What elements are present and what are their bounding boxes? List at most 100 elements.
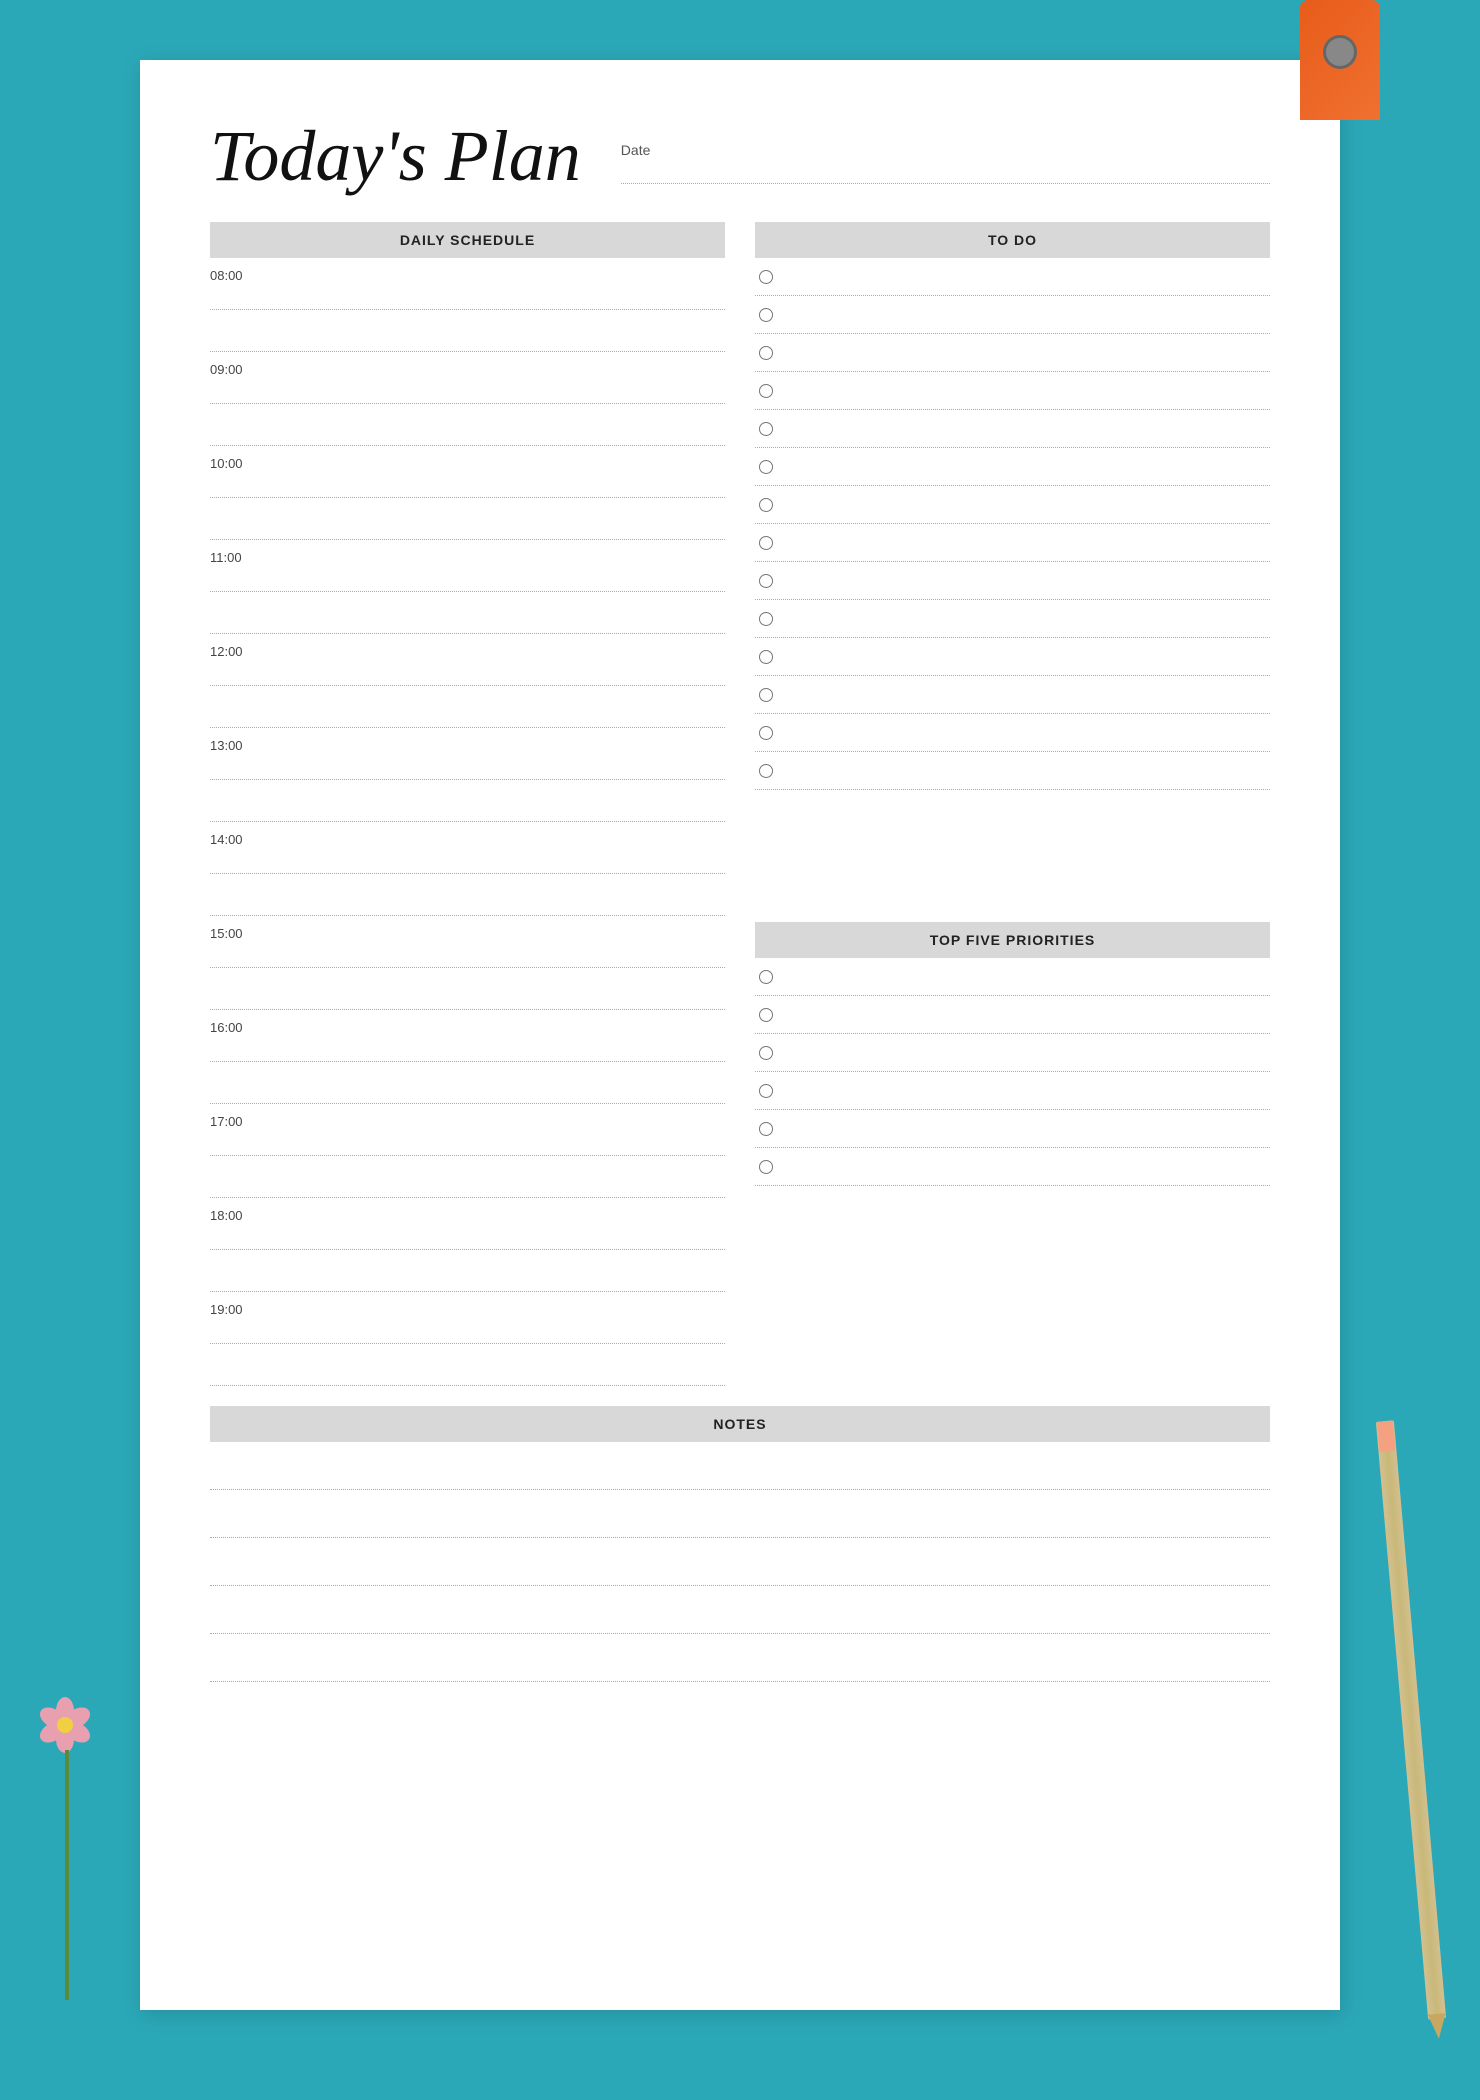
notes-line-2[interactable] — [210, 1490, 1270, 1538]
todo-checkbox-4[interactable] — [759, 384, 773, 398]
todo-checkbox-5[interactable] — [759, 422, 773, 436]
schedule-row-1200: 12:00 — [210, 634, 725, 686]
schedule-subrow-1400 — [210, 874, 725, 916]
schedule-subrow-1100 — [210, 592, 725, 634]
priorities-header: TOP FIVE PRIORITIES — [755, 922, 1270, 958]
schedule-subrow-1700 — [210, 1156, 725, 1198]
schedule-row-1100: 11:00 — [210, 540, 725, 592]
schedule-row-0800: 08:00 — [210, 258, 725, 310]
time-0900: 09:00 — [210, 360, 265, 377]
priority-item-6 — [755, 1148, 1270, 1186]
paper: Today's Plan Date DAILY SCHEDULE 08:00 0… — [140, 60, 1340, 2010]
date-label: Date — [621, 142, 1270, 158]
todo-item-4 — [755, 372, 1270, 410]
notes-line-3[interactable] — [210, 1538, 1270, 1586]
time-1500: 15:00 — [210, 924, 265, 941]
schedule-subrow-0900 — [210, 404, 725, 446]
priorities-section: TOP FIVE PRIORITIES — [755, 922, 1270, 1186]
daily-schedule-section: DAILY SCHEDULE 08:00 09:00 10:00 — [210, 222, 725, 1386]
daily-schedule-header: DAILY SCHEDULE — [210, 222, 725, 258]
schedule-row-1500: 15:00 — [210, 916, 725, 968]
priority-checkbox-2[interactable] — [759, 1008, 773, 1022]
notes-header: NOTES — [210, 1406, 1270, 1442]
date-input-line[interactable] — [621, 164, 1270, 184]
todo-checkbox-7[interactable] — [759, 498, 773, 512]
todo-item-14 — [755, 752, 1270, 790]
priority-item-4 — [755, 1072, 1270, 1110]
todo-checkbox-10[interactable] — [759, 612, 773, 626]
schedule-subrow-0800 — [210, 310, 725, 352]
priority-item-2 — [755, 996, 1270, 1034]
schedule-subrow-1200 — [210, 686, 725, 728]
notes-line-4[interactable] — [210, 1586, 1270, 1634]
sharpener-decoration — [1300, 0, 1380, 120]
notes-line-1[interactable] — [210, 1442, 1270, 1490]
todo-item-8 — [755, 524, 1270, 562]
schedule-row-1800: 18:00 — [210, 1198, 725, 1250]
schedule-row-1000: 10:00 — [210, 446, 725, 498]
spacer — [755, 790, 1270, 910]
time-0800: 08:00 — [210, 266, 265, 283]
todo-checkbox-12[interactable] — [759, 688, 773, 702]
schedule-subrow-1000 — [210, 498, 725, 540]
priority-item-5 — [755, 1110, 1270, 1148]
todo-item-12 — [755, 676, 1270, 714]
todo-checkbox-2[interactable] — [759, 308, 773, 322]
time-1100: 11:00 — [210, 548, 265, 565]
todo-item-9 — [755, 562, 1270, 600]
time-1000: 10:00 — [210, 454, 265, 471]
schedule-subrow-1800 — [210, 1250, 725, 1292]
todo-item-3 — [755, 334, 1270, 372]
notes-line-5[interactable] — [210, 1634, 1270, 1682]
todo-checkbox-3[interactable] — [759, 346, 773, 360]
time-1800: 18:00 — [210, 1206, 265, 1223]
schedule-subrow-1900 — [210, 1344, 725, 1386]
schedule-row-1900: 19:00 — [210, 1292, 725, 1344]
priority-checkbox-1[interactable] — [759, 970, 773, 984]
priority-checkbox-3[interactable] — [759, 1046, 773, 1060]
time-1600: 16:00 — [210, 1018, 265, 1035]
page-title: Today's Plan — [210, 120, 581, 192]
flower-decoration — [30, 1700, 110, 2000]
priority-checkbox-5[interactable] — [759, 1122, 773, 1136]
header: Today's Plan Date — [210, 120, 1270, 192]
todo-header: TO DO — [755, 222, 1270, 258]
schedule-subrow-1600 — [210, 1062, 725, 1104]
time-1200: 12:00 — [210, 642, 265, 659]
todo-checkbox-8[interactable] — [759, 536, 773, 550]
time-1300: 13:00 — [210, 736, 265, 753]
todo-checkbox-9[interactable] — [759, 574, 773, 588]
right-column: TO DO — [755, 222, 1270, 1386]
todo-item-5 — [755, 410, 1270, 448]
main-content: DAILY SCHEDULE 08:00 09:00 10:00 — [210, 222, 1270, 1386]
priority-item-1 — [755, 958, 1270, 996]
time-1700: 17:00 — [210, 1112, 265, 1129]
date-area: Date — [621, 142, 1270, 192]
notes-section: NOTES — [210, 1406, 1270, 1682]
todo-checkbox-6[interactable] — [759, 460, 773, 474]
todo-item-6 — [755, 448, 1270, 486]
priority-item-3 — [755, 1034, 1270, 1072]
schedule-row-0900: 09:00 — [210, 352, 725, 404]
schedule-row-1600: 16:00 — [210, 1010, 725, 1062]
schedule-subrow-1500 — [210, 968, 725, 1010]
priority-checkbox-6[interactable] — [759, 1160, 773, 1174]
todo-item-7 — [755, 486, 1270, 524]
todo-item-11 — [755, 638, 1270, 676]
time-1400: 14:00 — [210, 830, 265, 847]
time-1900: 19:00 — [210, 1300, 265, 1317]
todo-checkbox-13[interactable] — [759, 726, 773, 740]
todo-checkbox-1[interactable] — [759, 270, 773, 284]
priority-checkbox-4[interactable] — [759, 1084, 773, 1098]
todo-checkbox-11[interactable] — [759, 650, 773, 664]
schedule-row-1300: 13:00 — [210, 728, 725, 780]
todo-section: TO DO — [755, 222, 1270, 790]
pencil-decoration — [1376, 1420, 1446, 2019]
schedule-row-1700: 17:00 — [210, 1104, 725, 1156]
todo-item-10 — [755, 600, 1270, 638]
schedule-row-1400: 14:00 — [210, 822, 725, 874]
todo-item-2 — [755, 296, 1270, 334]
todo-checkbox-14[interactable] — [759, 764, 773, 778]
todo-item-13 — [755, 714, 1270, 752]
todo-item-1 — [755, 258, 1270, 296]
